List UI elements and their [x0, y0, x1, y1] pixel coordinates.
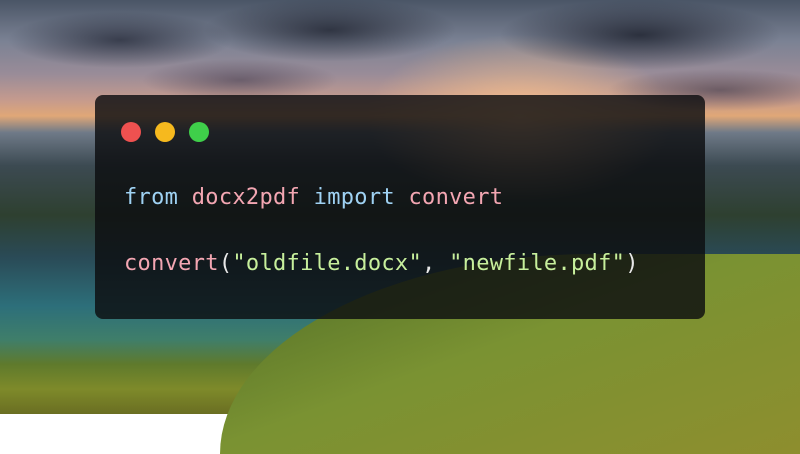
imported-function: convert [408, 185, 504, 210]
open-paren: ( [218, 251, 233, 276]
code-line-call: convert("oldfile.docx", "newfile.pdf") [124, 251, 639, 276]
maximize-dot-icon[interactable] [189, 122, 209, 142]
minimize-dot-icon[interactable] [155, 122, 175, 142]
close-dot-icon[interactable] [121, 122, 141, 142]
close-paren: ) [625, 251, 639, 276]
module-name: docx2pdf [191, 185, 301, 210]
string-arg-1: "oldfile.docx" [232, 251, 423, 276]
keyword-from: from [124, 185, 179, 210]
code-line-import: from docx2pdf import convert [124, 185, 503, 210]
string-arg-2: "newfile.pdf" [449, 251, 626, 276]
keyword-import: import [313, 185, 395, 210]
arg-separator: , [422, 251, 450, 276]
function-call-name: convert [124, 251, 219, 276]
window-controls [121, 122, 209, 142]
